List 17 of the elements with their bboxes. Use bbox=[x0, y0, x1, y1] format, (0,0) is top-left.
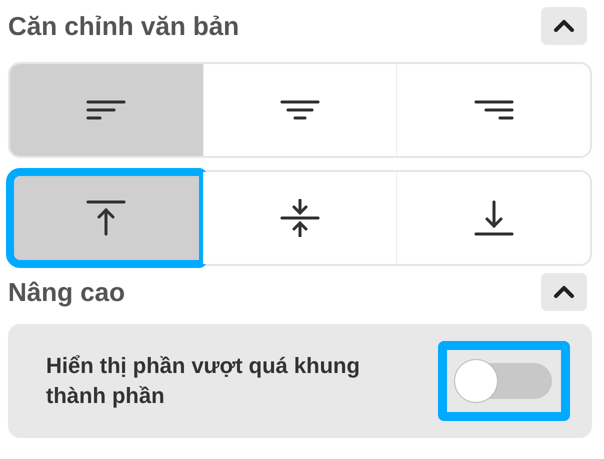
align-bottom-icon bbox=[474, 199, 514, 237]
align-right-icon bbox=[474, 100, 514, 120]
align-button[interactable] bbox=[396, 64, 590, 156]
section-title: Nâng cao bbox=[8, 276, 126, 308]
align-top-icon bbox=[86, 199, 126, 237]
setting-label: Hiển thị phần vượt quá khung thành phần bbox=[46, 352, 361, 410]
align-center-icon bbox=[280, 100, 320, 120]
chevron-icon bbox=[553, 285, 575, 299]
align-button[interactable] bbox=[396, 172, 590, 264]
section-title: Căn chỉnh văn bản bbox=[8, 10, 240, 42]
collapse-button[interactable] bbox=[541, 273, 587, 311]
chevron-icon bbox=[553, 19, 575, 33]
toggle-switch[interactable] bbox=[438, 341, 570, 421]
align-left-icon bbox=[86, 100, 126, 120]
align-middle-icon bbox=[280, 199, 320, 237]
collapse-button[interactable] bbox=[541, 7, 587, 45]
align-button[interactable] bbox=[10, 64, 203, 156]
